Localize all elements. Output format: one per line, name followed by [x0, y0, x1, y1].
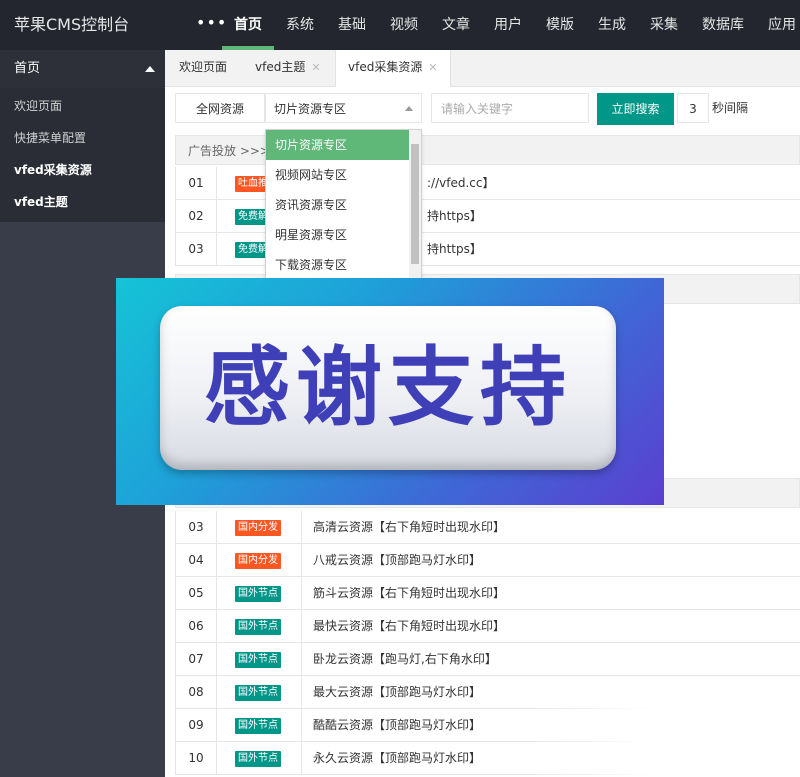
- tab-welcome[interactable]: 欢迎页面: [179, 50, 227, 86]
- table-row[interactable]: 03 国内分发 高清云资源【右下角短时出现水印】: [175, 511, 800, 544]
- sidebar-item-vfed-collect[interactable]: vfed采集资源: [0, 154, 165, 186]
- row-number: 04: [175, 544, 217, 576]
- dropdown-option[interactable]: 资讯资源专区: [266, 190, 409, 220]
- tab-label: 欢迎页面: [179, 60, 228, 74]
- row-number: 09: [175, 709, 217, 741]
- table-row[interactable]: 06 国外节点 最快云资源【右下角短时出现水印】: [175, 610, 800, 643]
- resource-name[interactable]: 卧龙云资源【跑马灯,右下角水印】: [313, 643, 497, 675]
- dropdown-option[interactable]: 视频网站专区: [266, 160, 409, 190]
- table-row[interactable]: 04 国内分发 八戒云资源【顶部跑马灯水印】: [175, 544, 800, 577]
- topnav-article[interactable]: 文章: [430, 0, 482, 50]
- scrollbar-thumb[interactable]: [411, 144, 419, 264]
- badge-cell: 国外节点: [217, 643, 302, 675]
- status-badge: 国外节点: [235, 619, 281, 635]
- table-row[interactable]: 07 国外节点 卧龙云资源【跑马灯,右下角水印】: [175, 643, 800, 676]
- resource-name[interactable]: 最快云资源【右下角短时出现水印】: [313, 610, 505, 642]
- topnav-home[interactable]: 首页: [222, 0, 274, 50]
- sidebar-submenu: 欢迎页面 快捷菜单配置 vfed采集资源 vfed主题: [0, 88, 165, 222]
- dropdown-scrollbar[interactable]: [409, 130, 421, 278]
- banner-text: 感谢支持: [204, 338, 572, 438]
- badge-cell: 国内分发: [217, 544, 302, 576]
- bottom-right-fade: [530, 700, 800, 777]
- dropdown-option[interactable]: 明星资源专区: [266, 220, 409, 250]
- resource-name[interactable]: 持https】: [427, 233, 482, 265]
- search-button[interactable]: 立即搜索: [597, 93, 674, 125]
- dropdown-option[interactable]: 切片资源专区: [266, 130, 409, 160]
- topnav-video[interactable]: 视频: [378, 0, 430, 50]
- status-badge: 国外节点: [235, 751, 281, 767]
- tab-label: vfed主题: [255, 60, 306, 74]
- topnav-template[interactable]: 模版: [534, 0, 586, 50]
- row-number: 08: [175, 676, 217, 708]
- topnav-basic[interactable]: 基础: [326, 0, 378, 50]
- badge-cell: 国外节点: [217, 742, 302, 774]
- top-nav: 首页 系统 基础 视频 文章 用户 模版 生成 采集 数据库 应用: [222, 0, 800, 50]
- keyword-placeholder: 请输入关键字: [441, 102, 514, 116]
- status-badge: 国外节点: [235, 718, 281, 734]
- resource-name[interactable]: 永久云资源【顶部跑马灯水印】: [313, 742, 481, 774]
- topnav-apps[interactable]: 应用: [756, 0, 800, 50]
- status-badge: 国内分发: [235, 553, 281, 569]
- close-icon[interactable]: ✕: [311, 61, 320, 74]
- status-badge: 国外节点: [235, 685, 281, 701]
- sidebar-item-welcome[interactable]: 欢迎页面: [0, 90, 165, 122]
- zone-dropdown: 切片资源专区 视频网站专区 资讯资源专区 明星资源专区 下载资源专区: [265, 129, 422, 279]
- row-number: 02: [175, 200, 217, 232]
- interval-label: 秒间隔: [712, 101, 749, 115]
- sidebar-item-vfed-theme[interactable]: vfed主题: [0, 186, 165, 218]
- topnav-user[interactable]: 用户: [482, 0, 534, 50]
- tab-bar: 欢迎页面 vfed主题 ✕ vfed采集资源 ✕: [165, 50, 800, 87]
- resource-name[interactable]: 最大云资源【顶部跑马灯水印】: [313, 676, 481, 708]
- sidebar-item-quick-menu[interactable]: 快捷菜单配置: [0, 122, 165, 154]
- tab-vfed-collect[interactable]: vfed采集资源 ✕: [335, 50, 451, 87]
- topnav-generate[interactable]: 生成: [586, 0, 638, 50]
- banner-plate: 感谢支持: [160, 306, 616, 470]
- close-icon[interactable]: ✕: [428, 61, 437, 74]
- resource-name[interactable]: 酷酷云资源【顶部跑马灯水印】: [313, 709, 481, 741]
- resource-name[interactable]: 高清云资源【右下角短时出现水印】: [313, 511, 505, 543]
- badge-cell: 国外节点: [217, 676, 302, 708]
- tab-label: vfed采集资源: [348, 60, 423, 74]
- status-badge: 国内分发: [235, 520, 281, 536]
- resource-name[interactable]: 筋斗云资源【右下角短时出现水印】: [313, 577, 505, 609]
- badge-cell: 国外节点: [217, 577, 302, 609]
- caret-up-icon: [145, 66, 155, 72]
- resource-name[interactable]: ://vfed.cc】: [427, 167, 494, 199]
- table-row[interactable]: 05 国外节点 筋斗云资源【右下角短时出现水印】: [175, 577, 800, 610]
- triangle-up-icon: [405, 106, 413, 111]
- row-number: 07: [175, 643, 217, 675]
- status-badge: 国外节点: [235, 586, 281, 602]
- app-title: 苹果CMS控制台: [14, 15, 130, 34]
- dropdown-option[interactable]: 下载资源专区: [266, 250, 409, 278]
- row-number: 06: [175, 610, 217, 642]
- badge-cell: 国内分发: [217, 511, 302, 543]
- top-bar: 苹果CMS控制台 ••• 首页 系统 基础 视频 文章 用户 模版 生成 采集 …: [0, 0, 800, 50]
- status-badge: 国外节点: [235, 652, 281, 668]
- zone-select-value: 切片资源专区: [274, 102, 347, 116]
- resource-name[interactable]: 持https】: [427, 200, 482, 232]
- row-number: 03: [175, 233, 217, 265]
- zone-select[interactable]: 切片资源专区: [265, 93, 422, 123]
- keyword-input[interactable]: 请输入关键字: [431, 93, 589, 123]
- resource-name[interactable]: 八戒云资源【顶部跑马灯水印】: [313, 544, 481, 576]
- topnav-collect[interactable]: 采集: [638, 0, 690, 50]
- topnav-database[interactable]: 数据库: [690, 0, 756, 50]
- row-number: 01: [175, 167, 217, 199]
- sidebar-group-home[interactable]: 首页: [0, 50, 165, 88]
- tab-vfed-theme[interactable]: vfed主题 ✕: [255, 50, 321, 86]
- row-number: 05: [175, 577, 217, 609]
- scope-select[interactable]: 全网资源: [175, 93, 265, 123]
- row-number: 10: [175, 742, 217, 774]
- badge-cell: 国外节点: [217, 709, 302, 741]
- thanks-banner: 感谢支持: [116, 278, 664, 505]
- interval-input[interactable]: 3: [677, 93, 709, 123]
- badge-cell: 国外节点: [217, 610, 302, 642]
- topnav-system[interactable]: 系统: [274, 0, 326, 50]
- sidebar-group-label: 首页: [14, 61, 41, 76]
- row-number: 03: [175, 511, 217, 543]
